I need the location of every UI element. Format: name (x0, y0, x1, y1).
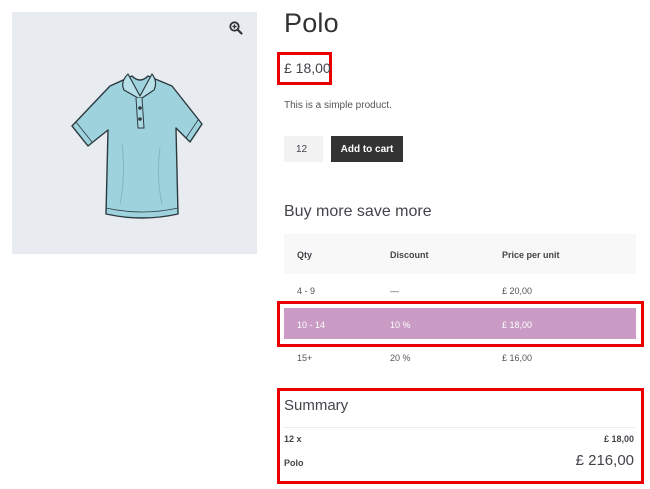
summary-total: £ 216,00 (575, 452, 634, 469)
zoom-in-icon[interactable] (228, 20, 244, 36)
product-price: £ 18,00 (284, 60, 331, 76)
product-gallery (12, 12, 257, 254)
discount-table-header (284, 234, 636, 274)
discount-section-title: Buy more save more (284, 203, 432, 220)
row-discount: 10 % (390, 320, 411, 330)
row-discount: 20 % (390, 353, 411, 363)
header-price-per-unit: Price per unit (502, 250, 560, 260)
header-qty: Qty (297, 250, 313, 260)
row-price: £ 16,00 (502, 353, 533, 363)
header-discount: Discount (390, 250, 429, 260)
product-image[interactable] (62, 64, 214, 224)
product-title: Polo (284, 8, 339, 38)
row-price: £ 20,00 (502, 286, 533, 296)
quantity-input[interactable] (284, 136, 323, 162)
row-discount: — (390, 286, 399, 296)
row-qty: 10 - 14 (297, 320, 326, 330)
row-price: £ 18,00 (502, 320, 533, 330)
row-qty: 4 - 9 (297, 286, 316, 296)
summary-title: Summary (284, 397, 349, 414)
add-to-cart-button[interactable]: Add to cart (331, 136, 403, 162)
row-annotation-border (277, 301, 644, 347)
summary-divider (284, 427, 635, 428)
row-qty: 15+ (297, 353, 313, 363)
product-description: This is a simple product. (284, 100, 392, 111)
summary-product-name: Polo (284, 458, 304, 468)
summary-unit-price: £ 18,00 (603, 434, 634, 444)
summary-qty-label: 12 x (284, 434, 302, 444)
